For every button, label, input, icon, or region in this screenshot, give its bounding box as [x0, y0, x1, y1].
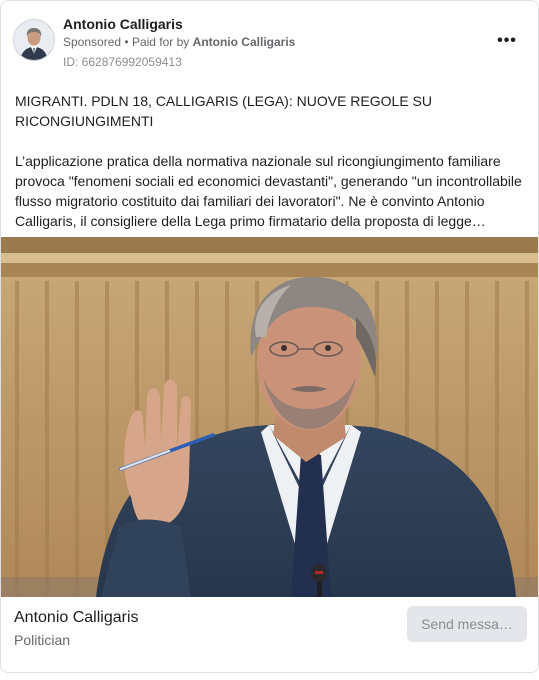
- ad-id: ID: 662876992059413: [63, 55, 182, 69]
- more-options-button[interactable]: •••: [495, 31, 519, 51]
- ad-footer: Antonio Calligaris Politician Send messa…: [1, 597, 538, 672]
- sponsored-label: Sponsored: [63, 35, 122, 49]
- sponsor-line: Sponsored • Paid for by Antonio Calligar…: [63, 35, 295, 49]
- page-name[interactable]: Antonio Calligaris: [63, 16, 183, 32]
- separator-dot: •: [124, 35, 129, 49]
- send-message-button[interactable]: Send messa…: [407, 606, 527, 642]
- avatar-image: [14, 20, 54, 60]
- ad-text: L’applicazione pratica della normativa n…: [15, 153, 522, 229]
- ad-photo[interactable]: [1, 237, 538, 597]
- ad-card: Antonio Calligaris Sponsored • Paid for …: [0, 0, 539, 673]
- footer-page-name[interactable]: Antonio Calligaris: [14, 609, 139, 627]
- ad-image: [1, 237, 538, 597]
- page-avatar[interactable]: [13, 19, 55, 61]
- paid-for-label: Paid for by: [131, 35, 190, 49]
- paid-for-name: Antonio Calligaris: [192, 35, 296, 49]
- ad-headline: MIGRANTI. PDLN 18, CALLIGARIS (LEGA): NU…: [15, 93, 432, 129]
- more-horizontal-icon: •••: [497, 32, 517, 49]
- footer-category: Politician: [14, 632, 71, 648]
- ad-body: MIGRANTI. PDLN 18, CALLIGARIS (LEGA): NU…: [15, 91, 527, 231]
- ad-header: Antonio Calligaris Sponsored • Paid for …: [1, 1, 538, 81]
